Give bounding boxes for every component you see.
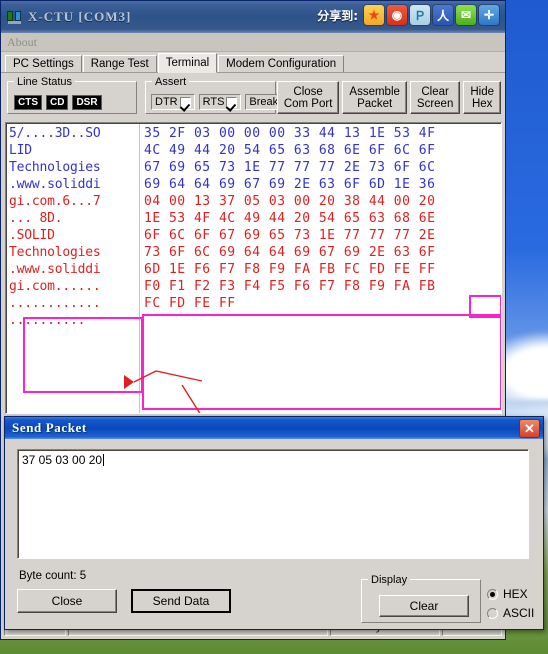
terminal-line: .www.soliddi bbox=[9, 177, 101, 192]
menu-bar: About bbox=[1, 33, 505, 52]
tab-range-test[interactable]: Range Test bbox=[82, 55, 157, 72]
led-dsr: DSR bbox=[72, 95, 102, 110]
button-line-1: Clear bbox=[421, 85, 449, 98]
terminal-line: 69 64 64 69 67 69 2E 63 6F 6D 1E 36 bbox=[144, 177, 436, 192]
terminal-ascii-column: 5/....3D..SO LID Technologies .www.soliddi g… bbox=[9, 125, 135, 329]
terminal-line: 04 00 13 37 05 03 00 20 38 44 00 20 bbox=[144, 194, 436, 209]
terminal-line: 4C 49 44 20 54 65 63 68 6E 6F 6C 6F bbox=[144, 143, 436, 158]
terminal-line: gi.com.6...7 bbox=[9, 194, 101, 209]
terminal-line: .......... bbox=[9, 313, 86, 328]
terminal-line: ... 8D. bbox=[9, 211, 63, 226]
annotation-box-hex-payload bbox=[142, 314, 501, 410]
cloud-decoration bbox=[500, 330, 548, 400]
terminal-line: 73 6F 6C 69 64 64 69 67 69 2E 63 6F bbox=[144, 245, 436, 260]
assert-break-label: Break bbox=[249, 96, 279, 108]
terminal-line: 67 69 65 73 1E 77 77 77 2E 73 6F 6C bbox=[144, 160, 436, 175]
clear-button[interactable]: Clear bbox=[379, 595, 469, 617]
terminal-line: .SOLID bbox=[9, 228, 55, 243]
more-icon[interactable]: ✛ bbox=[479, 5, 499, 25]
renren-icon[interactable]: 人 bbox=[433, 5, 453, 25]
radio-hex[interactable]: HEX bbox=[487, 587, 534, 601]
wechat-icon[interactable]: ✉ bbox=[456, 5, 476, 25]
weibo-icon[interactable]: ◉ bbox=[387, 5, 407, 25]
button-line-1: Assemble bbox=[349, 85, 400, 98]
assert-group: Assert DTR RTS Break bbox=[145, 76, 296, 114]
button-line-1: Hide bbox=[470, 85, 494, 98]
packet-input[interactable]: 37 05 03 00 20 bbox=[17, 449, 529, 559]
terminal-line: 6D 1E F6 F7 F8 F9 FA FB FC FD FE FF bbox=[144, 262, 436, 277]
line-status-title: Line Status bbox=[14, 76, 76, 88]
assert-rts[interactable]: RTS bbox=[198, 94, 242, 110]
terminal-line: ............ bbox=[9, 296, 101, 311]
terminal-output-panel[interactable]: 5/....3D..SO LID Technologies .www.soliddi g… bbox=[5, 122, 502, 414]
send-packet-dialog: Send Packet ✕ 37 05 03 00 20 Byte count:… bbox=[4, 416, 544, 630]
close-icon[interactable]: ✕ bbox=[519, 418, 540, 438]
qzone-icon[interactable]: ★ bbox=[364, 5, 384, 25]
radio-ascii-label: ASCII bbox=[503, 606, 535, 620]
dialog-title: Send Packet bbox=[12, 420, 87, 435]
line-status-group: Line Status CTS CD DSR bbox=[7, 76, 137, 114]
close-button[interactable]: Close bbox=[17, 589, 117, 613]
packet-input-value: 37 05 03 00 20 bbox=[22, 453, 103, 467]
toolbar-buttons: Close Com Port Assemble Packet Clear Scr… bbox=[276, 81, 501, 114]
clear-screen-button[interactable]: Clear Screen bbox=[409, 81, 461, 114]
tab-pc-settings[interactable]: PC Settings bbox=[5, 55, 82, 72]
tab-modem-configuration[interactable]: Modem Configuration bbox=[218, 55, 345, 72]
dialog-buttons: Close Send Data bbox=[17, 589, 231, 613]
dialog-body: 37 05 03 00 20 Byte count: 5 Close Send … bbox=[9, 443, 541, 627]
line-status-leds: CTS CD DSR bbox=[14, 95, 102, 110]
button-line-2: Screen bbox=[416, 97, 454, 110]
terminal-line: 6F 6C 6F 67 69 65 73 1E 77 77 77 2E bbox=[144, 228, 436, 243]
terminal-line: Technologies bbox=[9, 160, 101, 175]
window-title: X-CTU [COM3] bbox=[28, 9, 132, 24]
tab-strip: PC Settings Range Test Terminal Modem Co… bbox=[1, 52, 505, 73]
text-caret bbox=[103, 454, 105, 466]
title-bar: X-CTU [COM3] 分享到: ★ ◉ Ｐ 人 ✉ ✛ bbox=[1, 1, 505, 33]
display-mode-radios: HEX ASCII bbox=[487, 587, 534, 620]
assert-checkboxes: DTR RTS Break bbox=[151, 94, 296, 110]
button-line-1: Close bbox=[293, 85, 323, 98]
assert-rts-label: RTS bbox=[202, 96, 225, 108]
radio-ascii[interactable]: ASCII bbox=[487, 606, 534, 620]
terminal-line: F0 F1 F2 F3 F4 F5 F6 F7 F8 F9 FA FB bbox=[144, 279, 436, 294]
terminal-line: 35 2F 03 00 00 00 33 44 13 1E 53 4F bbox=[144, 126, 436, 141]
button-line-2: Com Port bbox=[283, 97, 333, 110]
terminal-line: FC FD FE FF bbox=[144, 296, 236, 311]
terminal-line: gi.com...... bbox=[9, 279, 101, 294]
terminal-hex-column: 35 2F 03 00 00 00 33 44 13 1E 53 4F 4C 49… bbox=[144, 125, 435, 312]
radio-ascii-indicator[interactable] bbox=[487, 607, 498, 619]
terminal-line: LID bbox=[9, 143, 32, 158]
send-data-button[interactable]: Send Data bbox=[131, 589, 231, 613]
close-com-port-button[interactable]: Close Com Port bbox=[276, 81, 340, 114]
hide-hex-button[interactable]: Hide Hex bbox=[463, 81, 501, 114]
radio-hex-indicator[interactable] bbox=[487, 588, 498, 600]
assert-rts-checkbox[interactable] bbox=[226, 96, 238, 108]
tab-terminal[interactable]: Terminal bbox=[157, 53, 218, 73]
radio-hex-label: HEX bbox=[503, 587, 528, 601]
annotation-box-hex-36 bbox=[469, 295, 501, 318]
app-icon bbox=[7, 10, 22, 24]
column-divider bbox=[139, 124, 140, 413]
terminal-line: 1E 53 4F 4C 49 44 20 54 65 63 68 6E bbox=[144, 211, 436, 226]
terminal-line: 5/....3D..SO bbox=[9, 126, 101, 141]
assert-dtr-label: DTR bbox=[155, 96, 178, 108]
assemble-packet-button[interactable]: Assemble Packet bbox=[342, 81, 407, 114]
assert-dtr[interactable]: DTR bbox=[151, 94, 195, 110]
terminal-toolbar: Line Status CTS CD DSR Assert DTR RTS Br… bbox=[1, 73, 505, 117]
terminal-line: Technologies bbox=[9, 245, 101, 260]
button-line-2: Hex bbox=[471, 97, 493, 110]
pinterest-icon[interactable]: Ｐ bbox=[410, 5, 430, 25]
display-group-title: Display bbox=[368, 574, 411, 586]
byte-count-label: Byte count: 5 bbox=[19, 570, 87, 582]
share-toolbar: 分享到: ★ ◉ Ｐ 人 ✉ ✛ bbox=[317, 5, 499, 25]
assert-title: Assert bbox=[152, 76, 190, 88]
menu-item-about[interactable]: About bbox=[7, 35, 37, 50]
share-label: 分享到: bbox=[317, 8, 358, 23]
button-line-2: Packet bbox=[357, 97, 393, 110]
dialog-title-bar: Send Packet ✕ bbox=[5, 417, 543, 439]
led-cd: CD bbox=[46, 95, 69, 110]
led-cts: CTS bbox=[14, 95, 42, 110]
assert-dtr-checkbox[interactable] bbox=[179, 96, 191, 108]
terminal-line: .www.soliddi bbox=[9, 262, 101, 277]
